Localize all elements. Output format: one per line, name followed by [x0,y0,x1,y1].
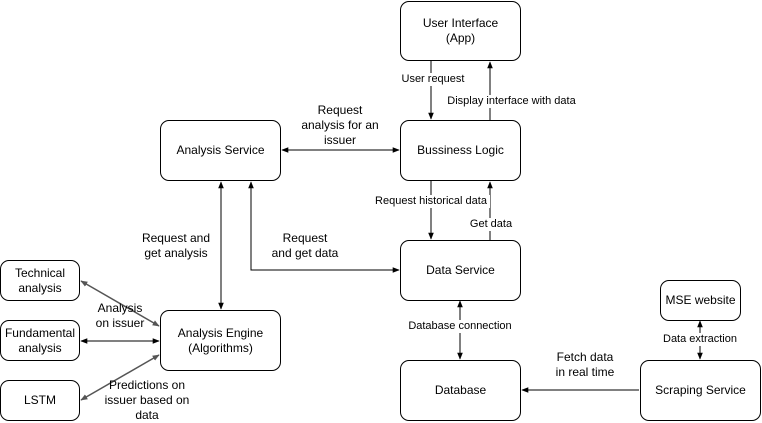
technical-analysis-node: Technical analysis [0,260,80,301]
analysis-service-node: Analysis Service [160,120,281,181]
lstm-node: LSTM [0,380,80,421]
label-get-data: Get data [467,218,515,231]
database-node: Database [400,360,521,421]
mse-website-node: MSE website [660,280,741,321]
business-logic-node: Bussiness Logic [400,120,521,181]
label-request-get-data: Request and get data [271,231,339,260]
label-database-connection: Database connection [404,320,516,333]
label-user-request: User request [399,73,467,86]
user-interface-node: User Interface (App) [400,1,521,61]
data-service-node: Data Service [400,240,521,301]
label-predictions: Predictions on issuer based on data [104,378,190,422]
analysis-engine-node: Analysis Engine (Algorithms) [160,310,281,371]
label-request-get-analysis: Request and get analysis [136,231,216,261]
label-request-analysis: Request analysis for an issuer [296,103,384,148]
scraping-service-node: Scraping Service [640,360,761,421]
label-fetch-data: Fetch data in real time [555,350,615,379]
fundamental-analysis-node: Fundamental analysis [0,320,80,361]
label-data-extraction: Data extraction [658,333,742,346]
label-analysis-on-issuer: Analysis on issuer [95,301,145,330]
label-display-interface: Display interface with data [446,95,577,108]
label-request-historical: Request historical data [372,195,490,208]
